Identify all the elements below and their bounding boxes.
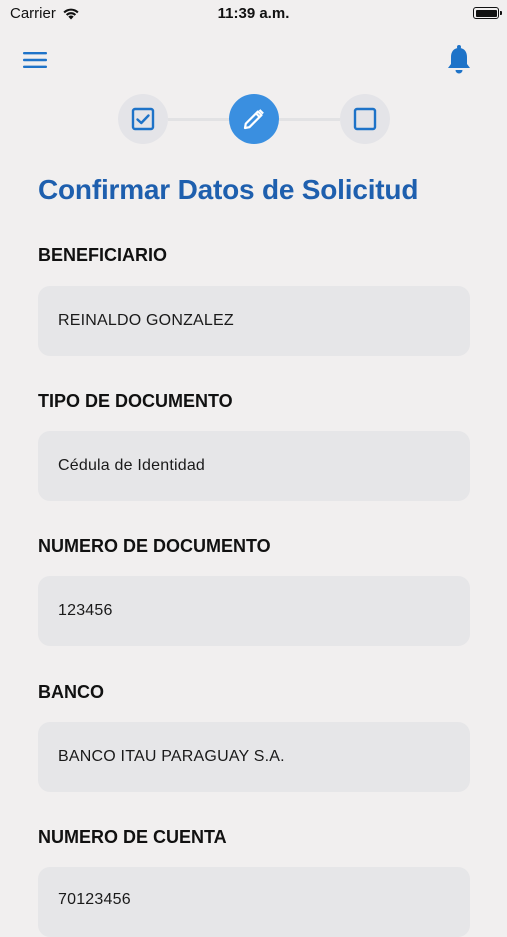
checkbox-empty-icon [353, 107, 377, 131]
document-number-label: NUMERO DE DOCUMENTO [38, 536, 271, 556]
status-time: 11:39 a.m. [217, 5, 290, 22]
account-number-field[interactable]: 70123456 [38, 867, 470, 937]
battery-icon [473, 7, 502, 19]
checkbox-checked-icon [131, 107, 155, 131]
status-bar: Carrier 11:39 a.m. [0, 0, 507, 28]
beneficiary-label: BENEFICIARIO [38, 245, 168, 265]
stepper-connector [279, 118, 340, 121]
pencil-icon [242, 107, 266, 131]
document-number-field[interactable]: 123456 [38, 576, 470, 646]
progress-stepper [118, 94, 390, 144]
account-number-label: NUMERO DE CUENTA [38, 827, 227, 847]
hamburger-menu-icon[interactable] [22, 47, 48, 73]
step-completed[interactable] [118, 94, 168, 144]
beneficiary-field[interactable]: REINALDO GONZALEZ [38, 286, 470, 356]
bell-icon[interactable] [445, 44, 473, 76]
document-type-field[interactable]: Cédula de Identidad [38, 431, 470, 501]
step-pending[interactable] [340, 94, 390, 144]
stepper-connector [168, 118, 229, 121]
document-type-label: TIPO DE DOCUMENTO [38, 391, 233, 411]
step-current[interactable] [229, 94, 279, 144]
page-title: Confirmar Datos de Solicitud [38, 174, 419, 205]
bank-field[interactable]: BANCO ITAU PARAGUAY S.A. [38, 722, 470, 792]
bank-label: BANCO [38, 682, 104, 702]
